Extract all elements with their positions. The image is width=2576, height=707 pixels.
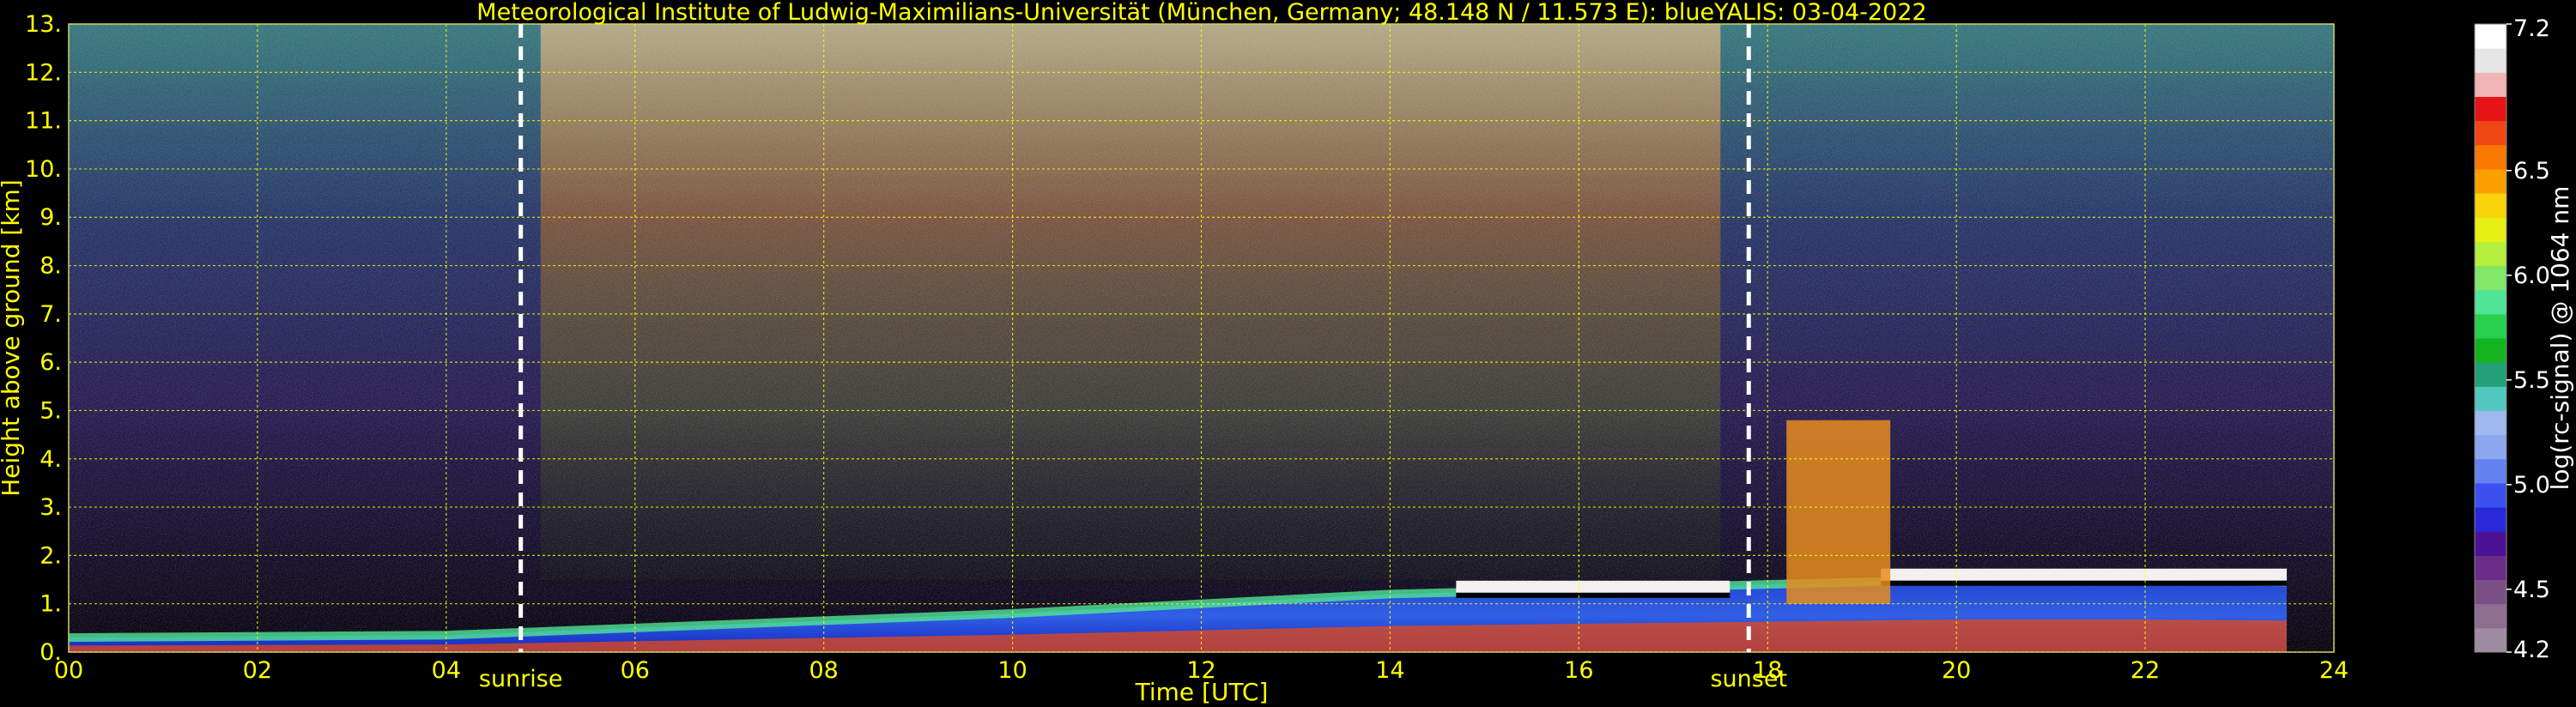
colorbar-swatch [2475,627,2506,653]
colorbar-swatch [2475,48,2506,73]
y-tick-label: 0. [39,639,62,666]
x-tick-label: 14 [1375,657,1404,684]
colorbar-tick-label: 6.5 [2513,158,2550,184]
colorbar-swatch [2475,168,2506,194]
colorbar-swatch [2475,507,2506,532]
y-tick-label: 8. [39,253,62,280]
y-axis-label: Height above ground [km] [0,179,25,497]
x-tick-label: 20 [1942,657,1971,684]
y-tick-label: 13. [25,11,62,38]
colorbar-swatch [2475,434,2506,460]
colorbar-swatch [2475,265,2506,291]
colorbar-swatch [2475,603,2506,629]
colorbar-tick-label: 4.2 [2513,637,2550,663]
y-tick-label: 4. [39,446,62,473]
x-tick-label: 08 [809,657,838,684]
x-axis-label: Time [UTC] [1135,678,1269,706]
colorbar-swatch [2475,531,2506,556]
x-tick-label: 02 [243,657,272,684]
chart-title: Meteorological Institute of Ludwig-Maxim… [476,0,1926,26]
y-tick-label: 9. [39,204,62,231]
colorbar: 4.2 4.5 5.0 5.5 6.0 6.5 7.2 [2474,15,2550,663]
colorbar-swatch [2475,193,2506,218]
x-tick-label: 18 [1753,657,1782,684]
lidar-chart: sunrise sunset 00 02 04 06 08 10 12 14 16 18 20 22 24… [0,0,2574,706]
y-axis-ticks: 0. 1. 2. 3. 4. 5. 6. 7. 8. 9. 10. 11. 12. 13. [25,11,62,666]
colorbar-swatch [2475,362,2506,387]
colorbar-tick-label: 7.2 [2513,15,2550,42]
annotation-label: sunrise [479,666,563,692]
colorbar-swatch [2475,338,2506,363]
y-tick-label: 7. [39,301,62,328]
colorbar-tick-label: 4.5 [2513,577,2550,603]
colorbar-label: log(rc-signal) @ 1064 nm [2546,186,2574,491]
colorbar-tick-label: 6.0 [2513,263,2550,289]
y-tick-label: 1. [39,591,62,618]
x-tick-label: 04 [432,657,461,684]
y-tick-label: 5. [39,397,62,424]
colorbar-tick-label: 5.0 [2513,472,2550,499]
y-tick-label: 3. [39,494,62,521]
x-tick-label: 24 [2319,657,2349,684]
colorbar-swatch [2475,241,2506,267]
cloud-layer [1456,580,1730,593]
colorbar-swatch [2475,482,2506,508]
x-tick-label: 22 [2131,657,2160,684]
cloud-layer [1881,568,2288,581]
y-tick-label: 2. [39,542,62,569]
y-tick-label: 12. [25,59,62,86]
colorbar-swatch [2475,386,2506,411]
cloud-shadow [1456,592,1730,598]
colorbar-swatch [2475,120,2506,146]
colorbar-swatch [2475,555,2506,581]
x-tick-label: 10 [997,657,1027,684]
colorbar-swatch [2475,217,2506,242]
colorbar-swatch [2475,410,2506,436]
colorbar-swatch [2475,458,2506,484]
y-tick-label: 11. [25,108,62,135]
colorbar-swatch [2475,72,2506,97]
colorbar-swatch [2475,96,2506,122]
y-tick-label: 6. [39,349,62,376]
colorbar-swatch [2475,579,2506,605]
colorbar-swatch [2475,289,2506,315]
colorbar-swatch [2475,313,2506,339]
colorbar-swatch [2475,24,2506,49]
x-tick-label: 06 [621,657,650,684]
colorbar-tick-label: 5.5 [2513,367,2550,394]
cloud-shadow [1881,580,2288,586]
x-tick-label: 16 [1564,657,1593,684]
colorbar-swatch [2475,144,2506,170]
aerosol-plume [1786,420,1891,604]
y-tick-label: 10. [25,156,62,183]
